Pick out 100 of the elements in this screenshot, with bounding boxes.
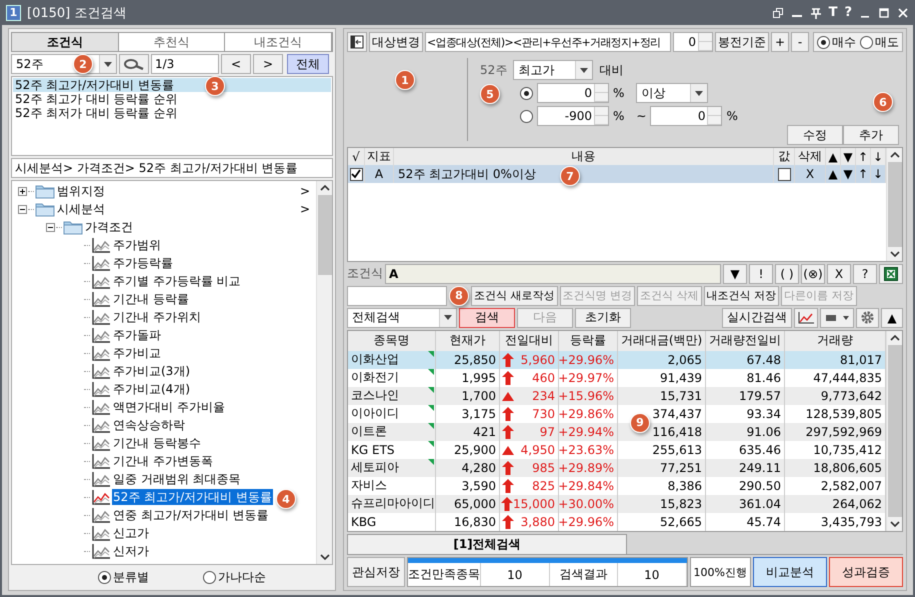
radio-button[interactable]: 가나다순 xyxy=(203,568,266,586)
move-button[interactable]: ▲ xyxy=(826,165,841,184)
collapse-button[interactable]: ▲ xyxy=(881,308,903,328)
tree-item[interactable]: 가격조건 xyxy=(84,219,134,235)
price-type-dropdown[interactable]: 최고가 xyxy=(513,60,594,80)
compare-button[interactable]: 비교분석 xyxy=(753,557,827,588)
action-button[interactable]: 조건식 새로작성 xyxy=(471,286,558,306)
target-change-button[interactable]: 대상변경 xyxy=(369,32,423,52)
nav-button[interactable]: > xyxy=(253,54,283,74)
tree-item[interactable]: 일중 거래범위 최대종목 xyxy=(112,471,242,487)
pin-icon[interactable] xyxy=(810,6,822,18)
save-watchlist-button[interactable]: 관심저장 xyxy=(347,557,405,588)
search-button[interactable] xyxy=(119,54,149,74)
all-button[interactable]: 전체 xyxy=(287,54,329,74)
editor-button[interactable]: 추가 xyxy=(843,125,899,146)
editor-button[interactable]: 수정 xyxy=(787,125,843,146)
move-button[interactable]: ↑ xyxy=(856,165,871,184)
percent-field[interactable]: 0 xyxy=(537,83,609,103)
table-row[interactable]: 이화산업 25,850 5,960 +29.96% 2,065 67.48 81,017 xyxy=(348,350,886,368)
scroll-up-icon[interactable] xyxy=(320,185,330,191)
collapse-icon[interactable] xyxy=(18,204,27,214)
scroll-thumb[interactable] xyxy=(318,195,332,275)
scroll-down-icon[interactable] xyxy=(890,250,900,256)
window-layout-icon[interactable] xyxy=(772,6,784,18)
collapse-icon[interactable] xyxy=(46,222,55,232)
minus-button[interactable]: - xyxy=(791,32,809,52)
tree-item[interactable]: 연속상승하락 xyxy=(112,417,186,433)
search-action-button[interactable]: 초기화 xyxy=(575,308,631,328)
radio-button[interactable]: 매도 xyxy=(860,34,899,50)
basis-button[interactable]: 봉전기준 xyxy=(715,32,769,52)
tab[interactable]: 내조건식 xyxy=(225,33,332,51)
range-to-field[interactable]: 0 xyxy=(650,106,722,126)
compare-dropdown[interactable]: 이상 xyxy=(636,83,708,103)
tree-item[interactable]: 신저가 xyxy=(112,543,150,559)
action-button[interactable]: 내조건식 저장 xyxy=(704,286,779,306)
tree-item[interactable]: 주가비교(3개) xyxy=(112,363,191,379)
scroll-down-icon[interactable] xyxy=(320,554,330,560)
table-row[interactable]: 코스나인 1,700 234 +15.96% 15,731 179.57 9,773,642 xyxy=(348,386,886,404)
expand-icon[interactable] xyxy=(18,186,27,196)
checkbox[interactable] xyxy=(778,168,790,181)
scroll-up-icon[interactable] xyxy=(890,152,900,158)
operator-button[interactable]: (⊗) xyxy=(801,264,825,284)
settings-icon[interactable] xyxy=(856,308,879,328)
name-field[interactable] xyxy=(347,286,447,306)
scope-dropdown[interactable]: 전체검색 xyxy=(347,308,457,328)
tree-item[interactable]: 액면가대비 주가비율 xyxy=(112,399,226,415)
title-bar-button[interactable]: ? xyxy=(844,5,852,20)
operator-button[interactable]: ! xyxy=(749,264,773,284)
tree-item[interactable]: 주가범위 xyxy=(112,237,162,253)
scrollbar[interactable] xyxy=(886,330,902,532)
offset-field[interactable]: 0 xyxy=(673,32,713,52)
title-bar-button[interactable]: T xyxy=(828,5,838,20)
list-item[interactable]: 52주 최저가 대비 등락률 순위 xyxy=(13,106,331,120)
target-field[interactable]: <업종대상(전체)><관리+우선주+거래정지+정리 xyxy=(425,32,671,52)
scroll-down-icon[interactable] xyxy=(890,521,900,528)
table-row[interactable]: 세토피아 4,280 985 +29.89% 77,251 249.11 18,806,605 xyxy=(348,458,886,476)
tree-item[interactable]: 시세분석 xyxy=(56,201,106,217)
radio-button[interactable]: 매수 xyxy=(817,34,856,50)
table-row[interactable]: 슈프리마아이디 65,000 15,000 +30.00% 15,823 361.04 264,062 xyxy=(348,494,886,512)
operator-button[interactable]: ? xyxy=(853,264,877,284)
tree-item[interactable]: 주기별 주가등락률 비교 xyxy=(112,273,242,289)
tab[interactable]: [1]전체검색 xyxy=(347,534,627,554)
tree-item[interactable]: 기간내 주가변동폭 xyxy=(112,453,214,469)
delete-button[interactable]: X xyxy=(795,165,826,184)
tree-item[interactable]: 기간내 등락률 xyxy=(112,291,190,307)
square-dropdown-icon[interactable] xyxy=(820,308,854,328)
operator-button[interactable]: ( ) xyxy=(775,264,799,284)
formula-field[interactable]: A xyxy=(385,264,721,284)
tab[interactable]: 추천식 xyxy=(118,33,226,51)
operator-button[interactable]: X xyxy=(827,264,851,284)
tree-item[interactable]: 주가비교(4개) xyxy=(112,381,191,397)
verify-button[interactable]: 성과검증 xyxy=(829,557,903,588)
tree-item[interactable]: 52주 최고가/저가대비 변동률 xyxy=(112,489,273,505)
move-button[interactable]: ▼ xyxy=(841,165,856,184)
close-icon[interactable] xyxy=(897,6,909,18)
operator-button[interactable]: ▼ xyxy=(723,264,747,284)
tree-item[interactable]: 주가등락률 xyxy=(112,255,174,271)
tree-item[interactable]: 기간내 주가위치 xyxy=(112,309,202,325)
scrollbar[interactable] xyxy=(886,148,902,260)
checkbox[interactable] xyxy=(350,168,362,181)
tab[interactable]: 조건식 xyxy=(12,33,119,51)
radio-button[interactable] xyxy=(520,86,533,100)
radio-button[interactable] xyxy=(520,110,533,122)
tree-item[interactable]: 신고가 xyxy=(112,525,150,541)
realtime-search-button[interactable]: 실시간검색 xyxy=(722,308,792,328)
radio-button[interactable]: 분류별 xyxy=(98,568,149,586)
chart-icon[interactable] xyxy=(794,308,818,328)
scroll-up-icon[interactable] xyxy=(890,334,900,340)
tree-item[interactable]: 주가비교 xyxy=(112,345,162,361)
plus-button[interactable]: + xyxy=(771,32,789,52)
spreadsheet-icon[interactable] xyxy=(879,264,903,284)
panel-toggle-icon[interactable] xyxy=(347,32,367,52)
table-row[interactable]: KBG 16,830 3,880 +29.96% 52,665 45.74 3,435,793 xyxy=(348,512,886,530)
tree-item[interactable]: 기간내 등락봉수 xyxy=(112,435,202,451)
tree-item[interactable]: 범위지정 xyxy=(56,183,106,199)
scrollbar[interactable] xyxy=(316,181,332,564)
search-action-button[interactable]: 검색 xyxy=(459,308,515,328)
tree-item[interactable]: 주가돌파 xyxy=(112,327,162,343)
nav-button[interactable]: < xyxy=(221,54,251,74)
range-from-field[interactable]: -900 xyxy=(537,106,609,126)
